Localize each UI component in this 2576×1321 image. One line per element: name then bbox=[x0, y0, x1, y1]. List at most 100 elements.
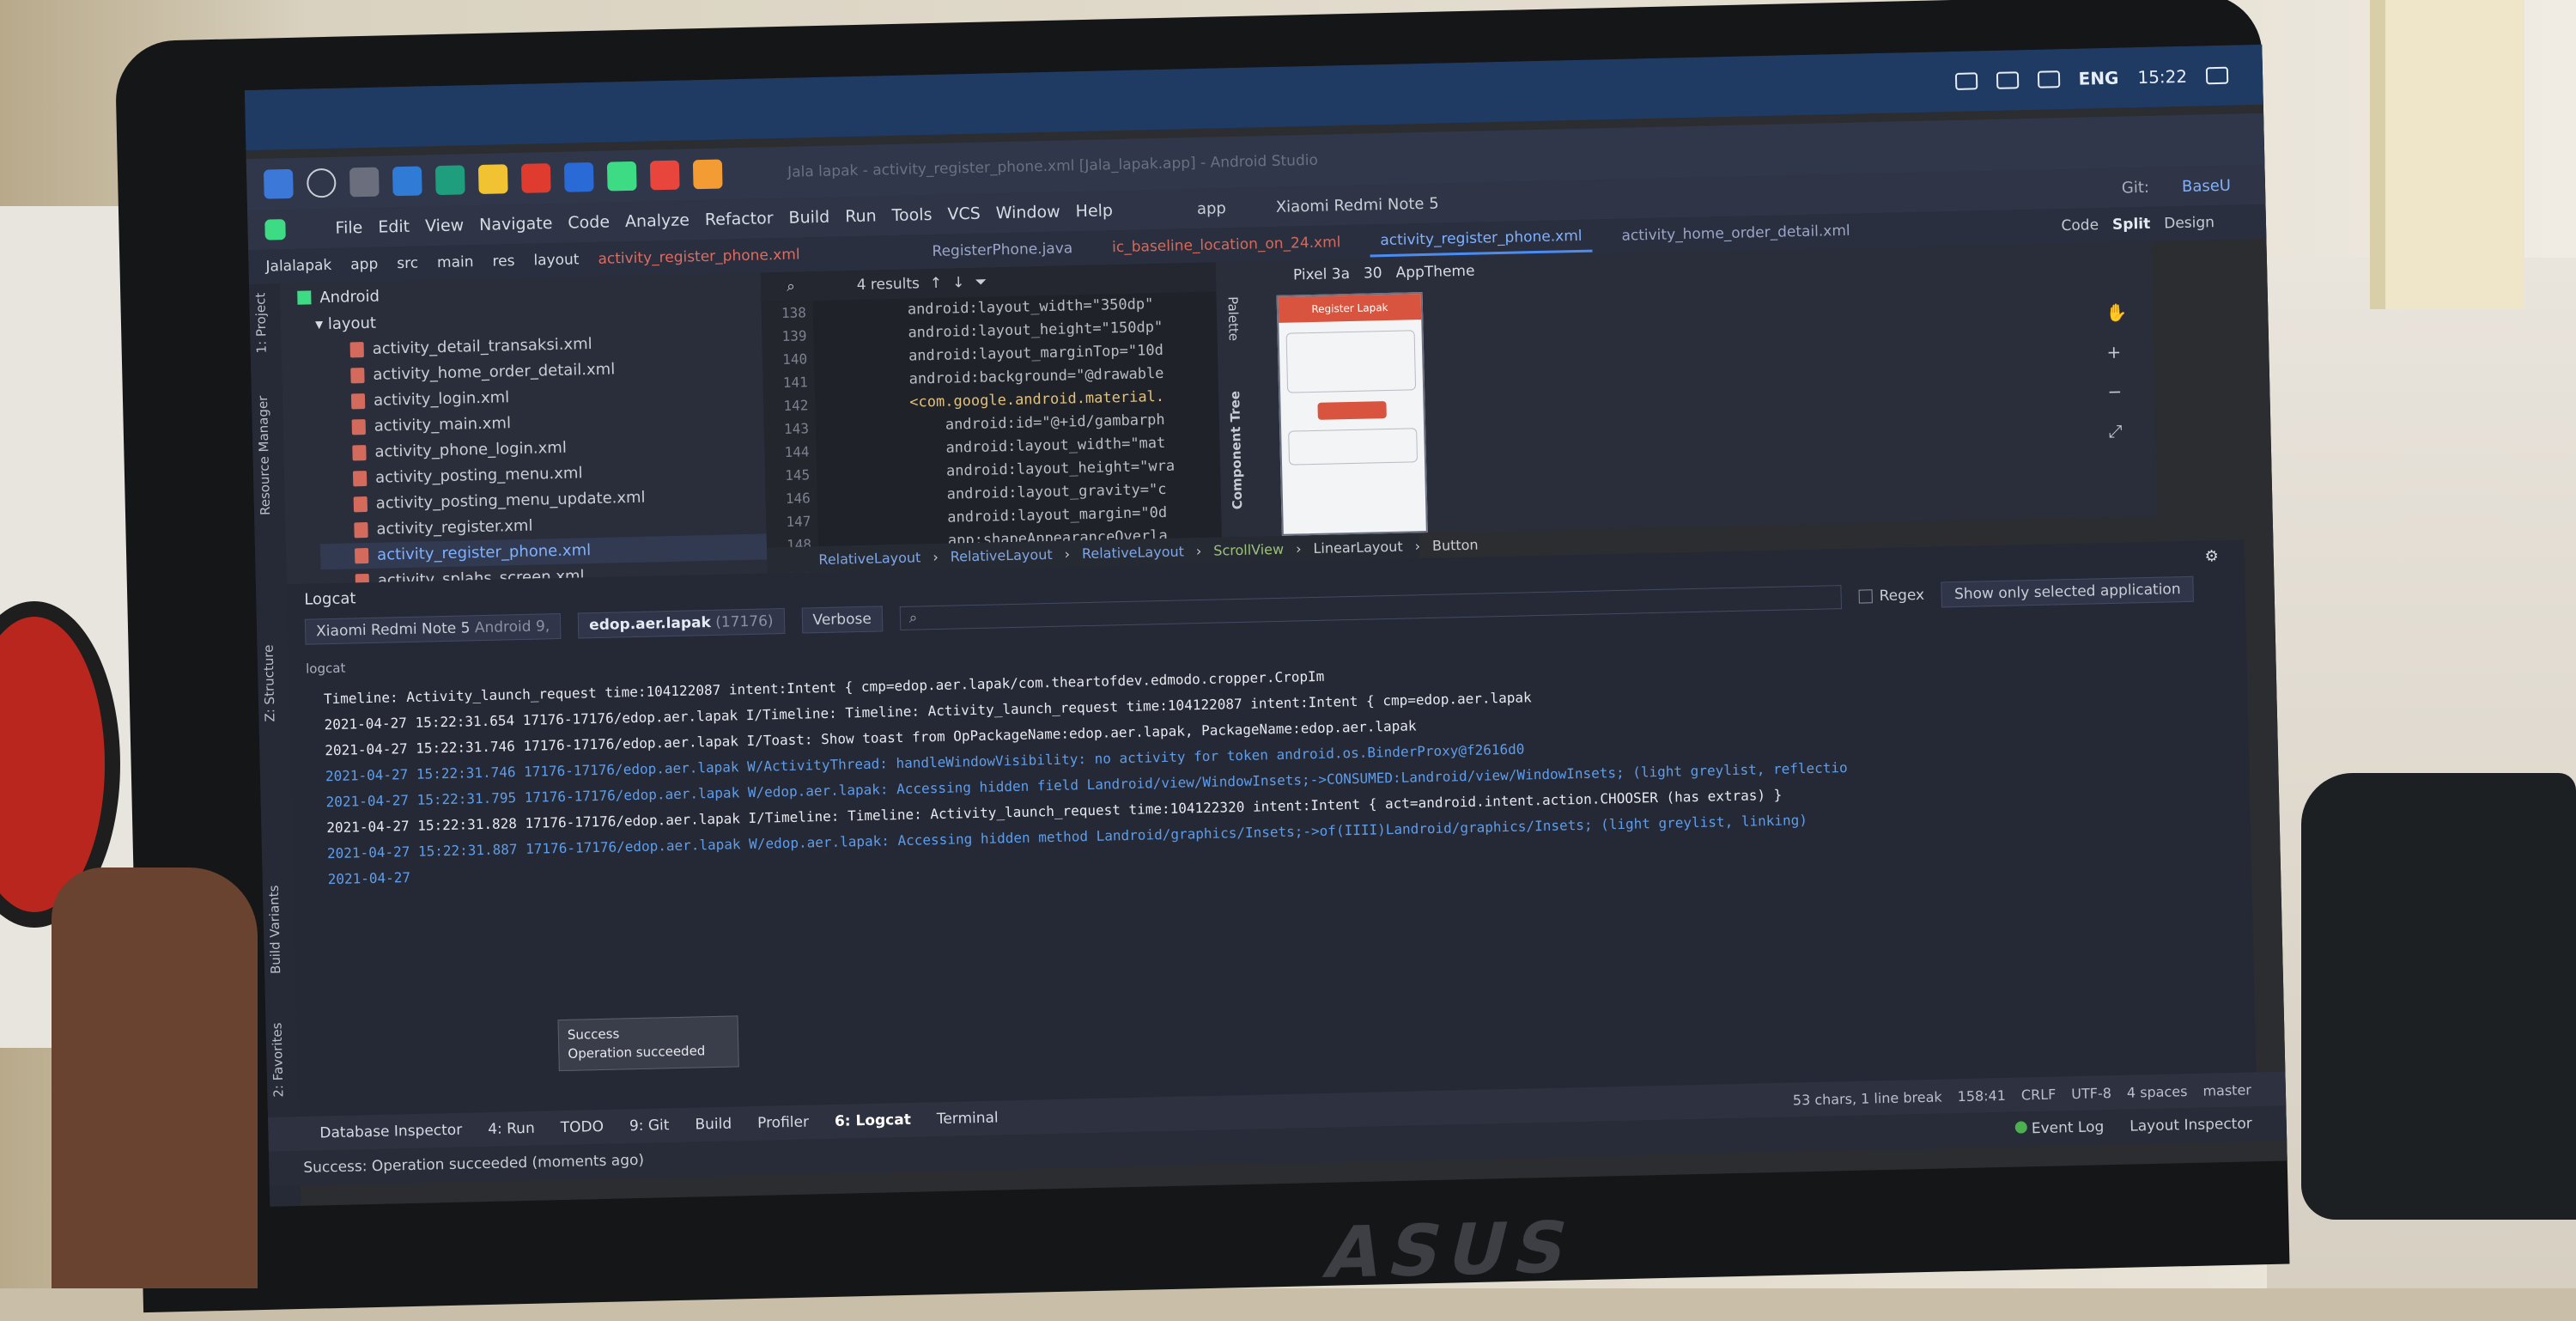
next-result-icon[interactable]: ↓ bbox=[952, 274, 965, 291]
volume-icon[interactable] bbox=[2037, 70, 2059, 88]
xml-crumb[interactable]: RelativeLayout bbox=[950, 545, 1052, 564]
file-encoding[interactable]: UTF-8 bbox=[2071, 1085, 2111, 1102]
resource-manager-button[interactable]: Resource Manager bbox=[255, 396, 273, 516]
git-branch[interactable]: master bbox=[2202, 1081, 2251, 1099]
xml-crumb[interactable]: RelativeLayout bbox=[818, 549, 920, 568]
menu-vcs[interactable]: VCS bbox=[947, 204, 981, 224]
code-content[interactable]: android:layout_width="350dp"android:layo… bbox=[908, 292, 1222, 545]
structure-button[interactable]: Z: Structure bbox=[261, 644, 278, 721]
chrome-icon[interactable] bbox=[521, 163, 551, 193]
code-editor[interactable]: ⌕ 4 results ↑ ↓ ⏷ 1381391401411421431441… bbox=[761, 263, 1222, 548]
menu-navigate[interactable]: Navigate bbox=[479, 214, 553, 234]
settings-icon[interactable]: ⚙ bbox=[2204, 547, 2219, 565]
palette-tab[interactable]: Palette bbox=[1225, 296, 1242, 341]
line-separator[interactable]: CRLF bbox=[2021, 1086, 2057, 1103]
battery-icon[interactable] bbox=[1996, 71, 2018, 89]
view-split-button[interactable]: Split bbox=[2112, 216, 2151, 234]
component-tree-tab[interactable]: Component Tree bbox=[1227, 391, 1245, 510]
menu-analyze[interactable]: Analyze bbox=[625, 210, 690, 231]
zoom-fit-icon[interactable]: ⤢ bbox=[2108, 420, 2129, 441]
search-icon[interactable] bbox=[307, 168, 337, 198]
indent-info[interactable]: 4 spaces bbox=[2127, 1083, 2188, 1101]
menu-build[interactable]: Build bbox=[788, 208, 829, 228]
store-icon[interactable] bbox=[349, 167, 380, 198]
menu-file[interactable]: File bbox=[335, 218, 362, 238]
tab-registerphone-java[interactable]: RegisterPhone.java bbox=[921, 234, 1083, 265]
notification-icon[interactable] bbox=[2206, 67, 2228, 85]
build-variants-button[interactable]: Build Variants bbox=[266, 885, 283, 974]
wifi-icon[interactable] bbox=[1954, 72, 1977, 90]
zoom-in-icon[interactable]: + bbox=[2106, 341, 2128, 362]
tab-home-order-detail[interactable]: activity_home_order_detail.xml bbox=[1611, 216, 1861, 250]
breadcrumb-file[interactable]: activity_register_phone.xml bbox=[598, 247, 800, 268]
clock[interactable]: 15:22 bbox=[2137, 66, 2187, 88]
xml-crumb[interactable]: ScrollView bbox=[1213, 540, 1284, 558]
regex-toggle[interactable]: Regex bbox=[1858, 587, 1924, 606]
breadcrumb-item[interactable]: app bbox=[350, 256, 378, 274]
menu-window[interactable]: Window bbox=[996, 203, 1060, 223]
xml-crumb[interactable]: Button bbox=[1432, 536, 1479, 553]
log-output[interactable]: Timeline: Activity_launch_request time:1… bbox=[324, 643, 2234, 892]
logcat-device-select[interactable]: Xiaomi Redmi Note 5 Android 9, bbox=[305, 613, 562, 645]
language-indicator[interactable]: ENG bbox=[2078, 68, 2118, 89]
breadcrumb-item[interactable]: res bbox=[492, 253, 514, 271]
theme-select[interactable]: AppTheme bbox=[1395, 263, 1474, 282]
view-design-button[interactable]: Design bbox=[2164, 214, 2215, 232]
tool-profiler[interactable]: Profiler bbox=[757, 1114, 809, 1132]
mail-icon[interactable] bbox=[392, 166, 422, 196]
tool-logcat[interactable]: 6: Logcat bbox=[835, 1111, 911, 1130]
view-code-button[interactable]: Code bbox=[2061, 216, 2099, 234]
search-icon[interactable]: ⌕ bbox=[787, 278, 795, 295]
app-filter-select[interactable]: Show only selected application bbox=[1941, 576, 2194, 608]
xml-crumb[interactable]: LinearLayout bbox=[1313, 538, 1403, 556]
project-tool-button[interactable]: 1: Project bbox=[252, 293, 270, 354]
vscode-icon[interactable] bbox=[564, 162, 594, 192]
windows-start-icon[interactable] bbox=[264, 169, 294, 199]
caret-position[interactable]: 158:41 bbox=[1957, 1087, 2006, 1104]
menu-help[interactable]: Help bbox=[1075, 201, 1113, 221]
regex-checkbox[interactable] bbox=[1858, 589, 1872, 603]
api-level-select[interactable]: 30 bbox=[1364, 265, 1382, 282]
logcat-process-select[interactable]: edop.aer.lapak (17176) bbox=[578, 608, 785, 638]
log-level-select[interactable]: Verbose bbox=[801, 606, 883, 633]
layout-preview[interactable]: Register Lapak bbox=[1277, 292, 1428, 536]
breadcrumb-item[interactable]: layout bbox=[533, 251, 579, 269]
filter-icon[interactable]: ⏷ bbox=[975, 274, 987, 291]
tab-location-xml[interactable]: ic_baseline_location_on_24.xml bbox=[1102, 228, 1352, 262]
tool-build[interactable]: Build bbox=[695, 1116, 732, 1134]
logcat-sub-tab[interactable]: logcat bbox=[306, 660, 346, 677]
event-log-button[interactable]: Event Log bbox=[2014, 1118, 2104, 1137]
device-preview-select[interactable]: Pixel 3a bbox=[1293, 265, 1350, 283]
sublime-icon[interactable] bbox=[693, 160, 723, 190]
status-message[interactable]: Success: Operation succeeded (moments ag… bbox=[303, 1152, 644, 1177]
favorites-button[interactable]: 2: Favorites bbox=[269, 1022, 286, 1098]
opera-icon[interactable] bbox=[650, 161, 680, 191]
breadcrumb-item[interactable]: src bbox=[397, 255, 418, 273]
menu-edit[interactable]: Edit bbox=[378, 217, 410, 237]
zoom-out-icon[interactable]: − bbox=[2107, 380, 2129, 402]
tab-activity-register-phone[interactable]: activity_register_phone.xml bbox=[1370, 222, 1593, 257]
menu-refactor[interactable]: Refactor bbox=[705, 209, 774, 229]
folder-icon[interactable] bbox=[478, 164, 508, 194]
preview-button[interactable] bbox=[1317, 401, 1386, 420]
tool-run[interactable]: 4: Run bbox=[488, 1120, 535, 1138]
menu-code[interactable]: Code bbox=[568, 213, 610, 233]
tool-git[interactable]: 9: Git bbox=[629, 1117, 670, 1135]
preview-input[interactable] bbox=[1288, 428, 1418, 465]
prev-result-icon[interactable]: ↑ bbox=[930, 275, 943, 292]
device-select[interactable]: Xiaomi Redmi Note 5 bbox=[1276, 194, 1439, 216]
breadcrumb-item[interactable]: main bbox=[437, 253, 474, 271]
tool-database-inspector[interactable]: Database Inspector bbox=[319, 1122, 462, 1142]
pan-icon[interactable]: ✋ bbox=[2105, 301, 2127, 323]
menu-run[interactable]: Run bbox=[845, 206, 877, 226]
preview-image-box[interactable] bbox=[1286, 330, 1417, 393]
project-view-select[interactable]: Android bbox=[319, 287, 380, 307]
android-studio-icon[interactable] bbox=[607, 161, 637, 192]
menu-view[interactable]: View bbox=[425, 216, 465, 235]
edge-icon[interactable] bbox=[435, 165, 465, 195]
layout-inspector-button[interactable]: Layout Inspector bbox=[2129, 1115, 2252, 1135]
run-config-select[interactable]: app bbox=[1197, 199, 1226, 218]
branch-widget[interactable]: BaseU bbox=[2182, 176, 2231, 195]
tool-todo[interactable]: TODO bbox=[561, 1118, 605, 1136]
tool-terminal[interactable]: Terminal bbox=[937, 1110, 999, 1129]
